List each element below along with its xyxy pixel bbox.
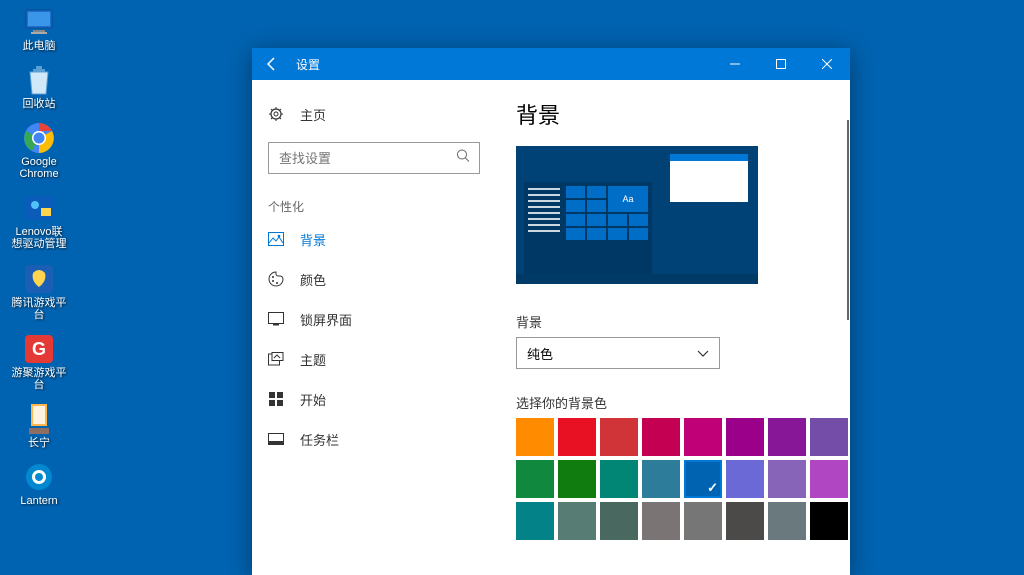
maximize-icon xyxy=(776,59,786,69)
color-swatch[interactable] xyxy=(726,460,764,498)
maximize-button[interactable] xyxy=(758,48,804,80)
start-icon xyxy=(268,391,284,407)
sidebar-item-label: 开始 xyxy=(300,390,326,409)
lenovo-icon xyxy=(23,192,55,224)
tencent-icon xyxy=(23,263,55,295)
picture-icon xyxy=(268,231,284,247)
sidebar-item-taskbar[interactable]: 任务栏 xyxy=(252,419,496,459)
titlebar: 设置 xyxy=(252,48,850,80)
window-title: 设置 xyxy=(296,56,320,73)
page-title: 背景 xyxy=(516,98,826,130)
color-swatch[interactable] xyxy=(684,460,722,498)
color-swatch[interactable] xyxy=(516,502,554,540)
color-swatch[interactable] xyxy=(600,460,638,498)
minimize-icon xyxy=(730,59,740,69)
color-swatch[interactable] xyxy=(600,502,638,540)
sidebar-item-label: 主题 xyxy=(300,350,326,369)
palette-icon xyxy=(268,271,284,287)
back-button[interactable] xyxy=(252,48,292,80)
desktop-icons: 此电脑 回收站 Google Chrome Lenovo联想驱动管理 腾讯游戏平… xyxy=(8,4,70,509)
color-swatch[interactable] xyxy=(684,418,722,456)
color-swatch[interactable] xyxy=(642,502,680,540)
home-label: 主页 xyxy=(300,105,326,124)
color-swatch[interactable] xyxy=(768,418,806,456)
search-input[interactable] xyxy=(268,142,480,174)
desktop-icon-chrome[interactable]: Google Chrome xyxy=(8,120,70,182)
theme-icon xyxy=(268,351,284,367)
sidebar-item-lockscreen[interactable]: 锁屏界面 xyxy=(252,299,496,339)
sidebar-item-label: 任务栏 xyxy=(300,430,339,449)
color-swatches xyxy=(516,418,826,540)
recycle-icon xyxy=(23,64,55,96)
desktop-icon-youju[interactable]: G 游聚游戏平台 xyxy=(8,331,70,393)
color-swatch[interactable] xyxy=(600,418,638,456)
desktop-icon-recycle[interactable]: 回收站 xyxy=(8,62,70,112)
color-swatch[interactable] xyxy=(768,502,806,540)
lockscreen-icon xyxy=(268,311,284,327)
minimize-button[interactable] xyxy=(712,48,758,80)
sidebar-item-start[interactable]: 开始 xyxy=(252,379,496,419)
color-swatch[interactable] xyxy=(558,418,596,456)
pc-icon xyxy=(23,6,55,38)
changning-icon xyxy=(23,403,55,435)
svg-text:G: G xyxy=(32,339,46,359)
close-button[interactable] xyxy=(804,48,850,80)
gear-icon xyxy=(268,106,284,122)
taskbar-icon xyxy=(268,431,284,447)
dropdown-value: 纯色 xyxy=(527,344,553,363)
color-swatch[interactable] xyxy=(558,502,596,540)
color-swatch[interactable] xyxy=(558,460,596,498)
color-swatch[interactable] xyxy=(642,418,680,456)
arrow-left-icon xyxy=(264,56,280,72)
sidebar-item-themes[interactable]: 主题 xyxy=(252,339,496,379)
color-swatch[interactable] xyxy=(684,502,722,540)
desktop-icon-tencent[interactable]: 腾讯游戏平台 xyxy=(8,261,70,323)
color-swatch[interactable] xyxy=(516,460,554,498)
sidebar-item-background[interactable]: 背景 xyxy=(252,219,496,259)
sidebar-category: 个性化 xyxy=(252,182,496,219)
color-swatch[interactable] xyxy=(642,460,680,498)
home-link[interactable]: 主页 xyxy=(252,94,496,134)
color-label: 选择你的背景色 xyxy=(516,393,826,412)
scrollbar[interactable] xyxy=(842,80,850,575)
color-swatch[interactable] xyxy=(516,418,554,456)
color-swatch[interactable] xyxy=(726,502,764,540)
color-swatch[interactable] xyxy=(768,460,806,498)
background-dropdown[interactable]: 纯色 xyxy=(516,337,720,369)
search-icon xyxy=(456,149,470,168)
close-icon xyxy=(822,59,832,69)
sidebar-item-label: 背景 xyxy=(300,230,326,249)
desktop-icon-pc[interactable]: 此电脑 xyxy=(8,4,70,54)
background-preview: Aa xyxy=(516,146,758,284)
chevron-down-icon xyxy=(697,346,709,361)
chrome-icon xyxy=(23,122,55,154)
window-body: 主页 个性化 背景 颜色 锁屏界面 xyxy=(252,80,850,575)
color-swatch[interactable] xyxy=(726,418,764,456)
content: 背景 Aa 背景 纯色 xyxy=(496,80,850,575)
sidebar-item-label: 锁屏界面 xyxy=(300,310,352,329)
desktop-icon-lenovo[interactable]: Lenovo联想驱动管理 xyxy=(8,190,70,252)
desktop-icon-lantern[interactable]: Lantern xyxy=(8,459,70,509)
sidebar-item-colors[interactable]: 颜色 xyxy=(252,259,496,299)
sidebar-item-label: 颜色 xyxy=(300,270,326,289)
window-controls xyxy=(712,48,850,80)
preview-app-window xyxy=(670,154,748,202)
preview-start-menu: Aa xyxy=(524,182,652,274)
desktop-icon-changning[interactable]: 长宁 xyxy=(8,401,70,451)
sidebar: 主页 个性化 背景 颜色 锁屏界面 xyxy=(252,80,496,575)
search-wrap xyxy=(252,134,496,182)
background-label: 背景 xyxy=(516,312,826,331)
settings-window: 设置 主页 个性化 背景 xyxy=(252,48,850,575)
youju-icon: G xyxy=(23,333,55,365)
lantern-icon xyxy=(23,461,55,493)
